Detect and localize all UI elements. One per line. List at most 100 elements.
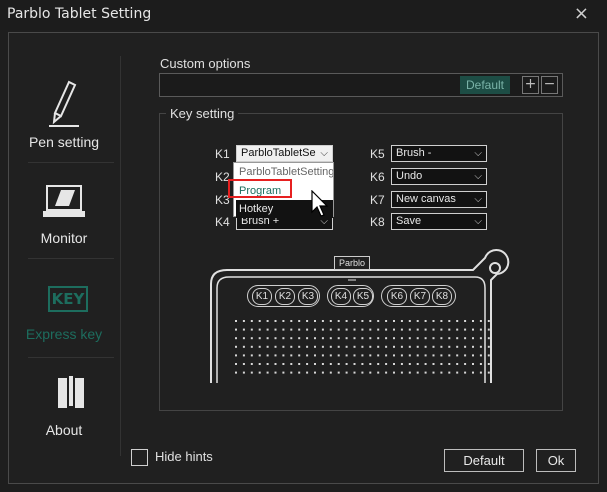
grid-dot — [242, 337, 245, 340]
grid-dot — [377, 354, 380, 357]
grid-dot — [464, 345, 467, 348]
grid-dot — [456, 337, 459, 340]
grid-dot — [400, 320, 403, 322]
grid-dot — [353, 354, 356, 357]
grid-dot — [416, 337, 419, 340]
grid-dot — [424, 363, 427, 365]
grid-dot — [298, 328, 301, 331]
grid-dot — [274, 363, 277, 365]
grid-dot — [266, 345, 269, 348]
grid-dot — [385, 371, 388, 374]
grid-dot — [479, 371, 482, 374]
grid-dot — [337, 354, 340, 357]
k5-select[interactable]: Brush - ⌵ — [391, 145, 487, 162]
k5-label: K5 — [370, 147, 385, 161]
grid-dot — [440, 371, 443, 374]
close-icon[interactable]: × — [574, 3, 589, 24]
sidebar-item-label: Monitor — [40, 230, 88, 246]
grid-dot — [472, 337, 474, 340]
grid-dot — [400, 345, 403, 348]
grid-dot — [479, 328, 482, 331]
grid-dot — [432, 371, 435, 374]
grid-dot — [274, 337, 277, 340]
grid-dot — [345, 337, 348, 340]
grid-dot — [353, 320, 356, 322]
mouse-cursor-icon — [311, 190, 329, 217]
grid-dot — [290, 345, 293, 348]
grid-dot — [282, 371, 285, 374]
tablet-key-k7[interactable]: K7 — [410, 288, 430, 305]
monitor-icon — [43, 185, 85, 217]
grid-dot — [416, 320, 419, 322]
sidebar-item-monitor[interactable]: Monitor — [16, 158, 112, 250]
grid-dot — [464, 371, 467, 374]
pen-icon — [49, 80, 79, 127]
title-bar: Parblo Tablet Setting × — [0, 0, 607, 30]
grid-dot — [472, 345, 474, 348]
grid-dot — [314, 363, 316, 365]
tablet-key-k5[interactable]: K5 — [353, 288, 373, 305]
k8-select[interactable]: Save ⌵ — [391, 213, 487, 230]
grid-dot — [242, 354, 245, 357]
grid-dot — [456, 371, 459, 374]
grid-dot — [464, 354, 467, 357]
grid-dot — [385, 337, 388, 340]
ok-button[interactable]: Ok — [536, 449, 576, 472]
k7-label: K7 — [370, 193, 385, 207]
sidebar-item-label: Pen setting — [28, 134, 100, 150]
grid-dot — [432, 354, 435, 357]
add-option-button[interactable]: + — [522, 76, 539, 94]
key-icon: KEY — [48, 286, 88, 312]
tablet-key-k1[interactable]: K1 — [252, 288, 272, 305]
k1-select[interactable]: ParbloTabletSe ⌵ — [236, 145, 333, 162]
grid-dot — [306, 328, 309, 331]
grid-dot — [345, 354, 348, 357]
default-option-tag[interactable]: Default — [460, 76, 510, 94]
grid-dot — [448, 320, 451, 322]
grid-dot — [440, 345, 443, 348]
grid-dot — [329, 363, 332, 365]
grid-dot — [290, 328, 293, 331]
tablet-key-k2[interactable]: K2 — [275, 288, 295, 305]
chevron-down-icon: ⌵ — [474, 216, 482, 227]
key-setting-title: Key setting — [166, 106, 239, 121]
grid-dot — [479, 363, 482, 365]
grid-dot — [361, 320, 364, 322]
k7-select[interactable]: New canvas ⌵ — [391, 191, 487, 208]
grid-dot — [424, 320, 427, 322]
grid-dot — [448, 371, 451, 374]
grid-dot — [250, 363, 253, 365]
grid-dot — [369, 328, 372, 331]
grid-dot — [345, 371, 348, 374]
tablet-key-k8[interactable]: K8 — [432, 288, 452, 305]
default-button[interactable]: Default — [444, 449, 524, 472]
grid-dot — [440, 328, 443, 331]
tablet-key-k3[interactable]: K3 — [298, 288, 318, 305]
grid-dot — [235, 337, 237, 340]
sidebar-item-express-key[interactable]: KEY Express key — [16, 254, 112, 346]
sidebar-item-pen-setting[interactable]: Pen setting — [16, 62, 112, 154]
grid-dot — [266, 328, 269, 331]
grid-dot — [472, 328, 474, 331]
highlight-box — [228, 179, 292, 198]
grid-dot — [424, 345, 427, 348]
grid-dot — [377, 363, 380, 365]
grid-dot — [440, 354, 443, 357]
grid-dot — [282, 354, 285, 357]
grid-dot — [258, 354, 261, 357]
hide-hints-checkbox[interactable] — [131, 449, 148, 466]
grid-dot — [432, 320, 435, 322]
chevron-down-icon: ⌵ — [474, 171, 482, 182]
tablet-key-k4[interactable]: K4 — [331, 288, 351, 305]
grid-dot — [258, 328, 261, 331]
k6-select[interactable]: Undo ⌵ — [391, 168, 487, 185]
sidebar-item-about[interactable]: About — [16, 350, 112, 442]
grid-dot — [345, 345, 348, 348]
custom-options-title: Custom options — [160, 56, 251, 71]
grid-dot — [250, 371, 253, 374]
grid-dot — [314, 354, 316, 357]
tablet-key-k6[interactable]: K6 — [387, 288, 407, 305]
remove-option-button[interactable]: − — [541, 76, 558, 94]
grid-dot — [393, 371, 395, 374]
grid-dot — [306, 337, 309, 340]
